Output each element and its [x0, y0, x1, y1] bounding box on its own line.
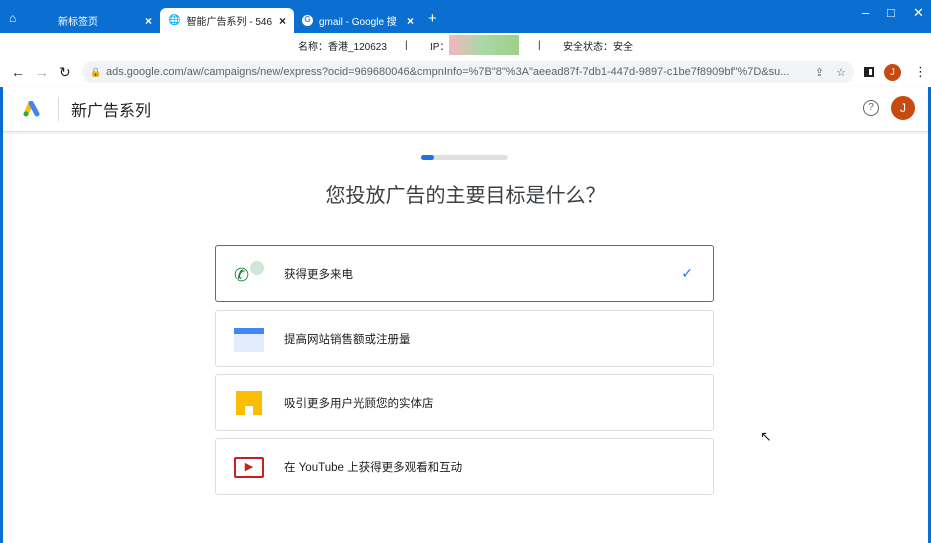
close-window-button[interactable]: ✕	[913, 5, 924, 21]
minimize-button[interactable]: –	[862, 5, 869, 20]
maximize-button[interactable]: □	[887, 5, 895, 20]
phone-icon: ✆	[234, 260, 264, 287]
close-tab-icon[interactable]: ×	[145, 14, 152, 28]
proxy-info-bar: 名称：香港_120623 | IP： | 安全状态：安全	[0, 33, 931, 57]
check-icon: ✓	[681, 265, 693, 281]
browser-window-icon	[234, 326, 264, 352]
option-label: 在 YouTube 上获得更多观看和互动	[284, 461, 463, 474]
new-tab-button[interactable]: +	[428, 10, 437, 27]
google-icon: G	[302, 15, 313, 26]
address-bar[interactable]: 🔒 ads.google.com/aw/campaigns/new/expres…	[82, 61, 854, 83]
tab-new-tab[interactable]: 新标签页 ×	[30, 8, 160, 33]
help-icon[interactable]: ?	[863, 100, 879, 116]
app-header: 新广告系列 ? J	[3, 87, 928, 132]
tab-label: 智能广告系列 - 546	[186, 17, 273, 28]
option-label: 吸引更多用户光顾您的实体店	[284, 397, 434, 410]
lock-icon: 🔒	[90, 66, 102, 77]
progress-fill	[421, 155, 435, 160]
page-title: 新广告系列	[71, 103, 152, 120]
title-bar: ⌂ 新标签页 × 🌐 智能广告系列 - 546 × Ggmail - Google 搜…	[0, 0, 931, 33]
option-label: 获得更多来电	[284, 268, 353, 281]
account-avatar[interactable]: J	[891, 96, 915, 120]
google-ads-logo	[23, 100, 43, 117]
sidepanel-icon[interactable]	[864, 67, 874, 77]
ip-redacted	[449, 35, 519, 55]
reload-icon[interactable]: ↻	[59, 64, 71, 81]
nav-bar: ← → ↻ 🔒 ads.google.com/aw/campaigns/new/…	[0, 57, 931, 87]
close-tab-icon[interactable]: ×	[279, 14, 286, 28]
option-website[interactable]: 提高网站销售额或注册量	[215, 310, 714, 367]
profile-avatar[interactable]: J	[884, 63, 901, 81]
tab-label: 新标签页	[58, 17, 98, 28]
mouse-cursor: ↖	[760, 428, 772, 444]
divider: |	[538, 39, 541, 51]
video-play-icon: ▶	[234, 454, 264, 480]
option-label: 提高网站销售额或注册量	[284, 333, 411, 346]
option-store[interactable]: 吸引更多用户光顾您的实体店	[215, 374, 714, 431]
divider	[58, 97, 59, 121]
back-icon[interactable]: ←	[11, 64, 25, 80]
divider: |	[405, 39, 408, 51]
star-icon[interactable]: ☆	[836, 66, 846, 79]
ip-label: IP：	[430, 41, 450, 53]
option-youtube[interactable]: ▶ 在 YouTube 上获得更多观看和互动	[215, 438, 714, 495]
storefront-icon	[234, 390, 264, 416]
tab-label: gmail - Google 搜	[319, 17, 397, 28]
url-text: ads.google.com/aw/campaigns/new/express?…	[106, 66, 790, 78]
progress-bar	[421, 155, 508, 160]
menu-icon[interactable]: ⋮	[914, 64, 927, 80]
home-icon[interactable]: ⌂	[9, 11, 16, 25]
forward-icon[interactable]: →	[35, 64, 49, 80]
close-tab-icon[interactable]: ×	[407, 14, 414, 28]
tab-gmail-search[interactable]: Ggmail - Google 搜 ×	[294, 8, 422, 33]
globe-icon: 🌐	[168, 15, 181, 26]
tab-smart-campaign[interactable]: 🌐 智能广告系列 - 546 ×	[160, 8, 294, 33]
security-status: 安全状态：安全	[563, 41, 633, 53]
profile-name: 名称：香港_120623	[298, 41, 387, 53]
question-heading: 您投放广告的主要目标是什么？	[325, 185, 606, 207]
option-calls[interactable]: ✆ 获得更多来电 ✓	[215, 245, 714, 302]
share-icon[interactable]: ⇪	[815, 66, 824, 79]
